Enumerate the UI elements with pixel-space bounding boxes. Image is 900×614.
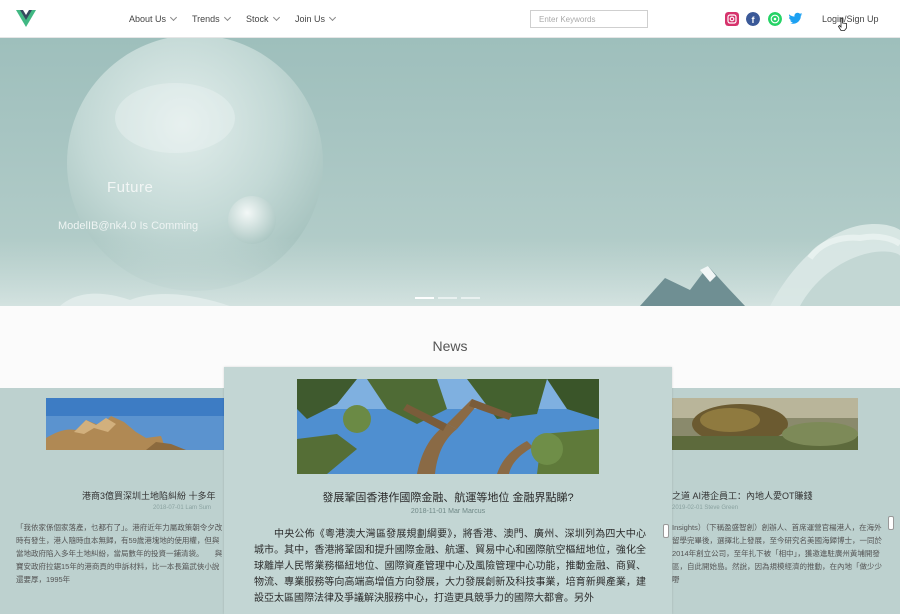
- news-card-3-meta: 2019-02-01 Steve Green: [672, 505, 739, 511]
- carousel-dot-1[interactable]: [415, 297, 434, 299]
- search-input[interactable]: [530, 10, 648, 28]
- hero-carousel[interactable]: Future ModelIB@nk4.0 Is Comming: [0, 38, 900, 306]
- news-detail-modal: 發展鞏固香港作國際金融、航運等地位 金融界點睇? 2018-11-01 Mar …: [224, 367, 672, 614]
- facebook-icon[interactable]: f: [746, 12, 760, 26]
- hero-title: Future: [107, 179, 154, 196]
- chevron-down-icon: [328, 13, 337, 22]
- twitter-icon[interactable]: [789, 12, 803, 26]
- modal-body-text: 中央公佈《粵港澳大灣區發展規劃綱要》，將香港、澳門、廣州、深圳列為四大中心城市。…: [254, 529, 646, 604]
- nav-label: Stock: [246, 14, 269, 24]
- news-card-1-image[interactable]: [46, 398, 230, 450]
- modal-scrollbar-thumb[interactable]: [663, 524, 669, 538]
- carousel-dot-2[interactable]: [438, 297, 457, 299]
- modal-title: 發展鞏固香港作國際金融、航運等地位 金融界點睇?: [322, 492, 574, 504]
- nav-join-us[interactable]: Join Us: [295, 0, 337, 38]
- hero-subtitle: ModelIB@nk4.0 Is Comming: [58, 220, 199, 232]
- whatsapp-icon[interactable]: [768, 12, 782, 26]
- news-card-1-excerpt: 「我依家係個家落產，乜都冇了」。港府近年力屬政策朝令夕改時有發生，港人隨時血本無…: [16, 523, 223, 584]
- instagram-icon[interactable]: [725, 12, 739, 26]
- news-card-3-title[interactable]: 之道 AI港企員工：內地人愛OT賺錢: [672, 489, 832, 502]
- nav-about-us[interactable]: About Us: [129, 0, 178, 38]
- news-card-3-image[interactable]: [670, 398, 858, 450]
- carousel-dot-3[interactable]: [461, 297, 480, 299]
- top-nav: About Us Trends Stock Join Us f Login/Si…: [0, 0, 900, 38]
- nav-trends[interactable]: Trends: [192, 0, 231, 38]
- chevron-down-icon: [272, 13, 280, 22]
- chevron-down-icon: [223, 13, 231, 22]
- mouse-cursor-icon: [838, 18, 847, 31]
- nav-label: Join Us: [295, 14, 326, 24]
- page-scrollbar-thumb[interactable]: [888, 516, 894, 530]
- news-card-1-title[interactable]: 港商3億買深圳土地陷糾紛 十多年: [82, 489, 232, 502]
- nav-stock[interactable]: Stock: [246, 0, 280, 38]
- modal-tree-image: [297, 379, 599, 474]
- modal-meta: 2018-11-01 Mar Marcus: [410, 508, 486, 515]
- news-card-3-excerpt: Insights）（下稱盈盛智創）創辦人、首席運營官楊港人，在海外留學完畢後，選…: [672, 523, 882, 584]
- login-signup-link[interactable]: Login/Sign Up: [822, 0, 879, 38]
- hero-landscape-image: [0, 38, 900, 306]
- news-card-1-meta: 2018-07-01 Lam Sum: [153, 505, 212, 511]
- chevron-down-icon: [169, 13, 178, 22]
- nav-label: About Us: [129, 14, 167, 24]
- news-heading: News: [432, 338, 468, 354]
- nav-label: Trends: [192, 14, 220, 24]
- vue-logo-icon[interactable]: [16, 10, 36, 28]
